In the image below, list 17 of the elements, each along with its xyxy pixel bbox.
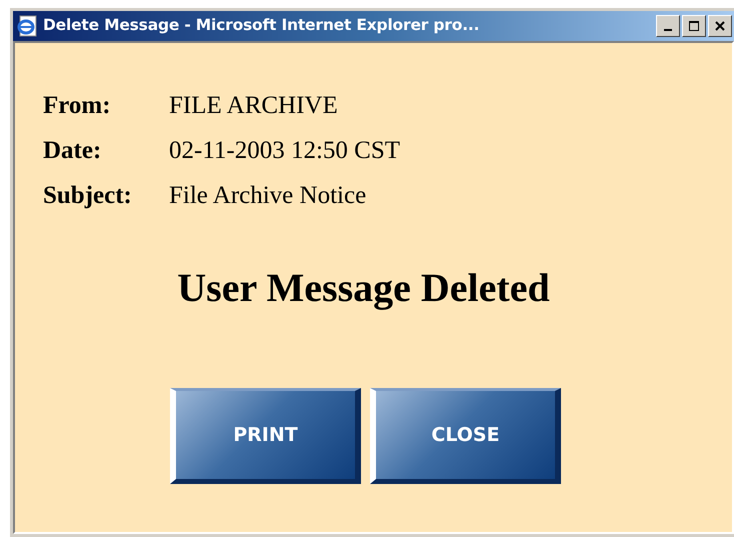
maximize-icon	[688, 20, 700, 32]
close-button[interactable]	[708, 15, 732, 37]
close-icon	[714, 20, 726, 32]
maximize-button[interactable]	[682, 15, 706, 37]
action-button[interactable]: CLOSE	[370, 388, 561, 484]
field-value: FILE ARCHIVE	[169, 93, 338, 118]
minimize-button[interactable]	[656, 15, 680, 37]
field-label: Date:	[43, 138, 102, 163]
window-title: Delete Message - Microsoft Internet Explorer pro...	[42, 15, 480, 36]
browser-icon	[16, 15, 38, 37]
heading: User Message Deleted	[176, 264, 551, 312]
field-value: 02-11-2003 12:50 CST	[169, 138, 400, 163]
action-button[interactable]: PRINT	[170, 388, 361, 484]
field-label: From:	[43, 93, 112, 118]
field-value: File Archive Notice	[169, 183, 366, 208]
minimize-icon	[664, 29, 672, 31]
field-label: Subject:	[43, 183, 133, 208]
